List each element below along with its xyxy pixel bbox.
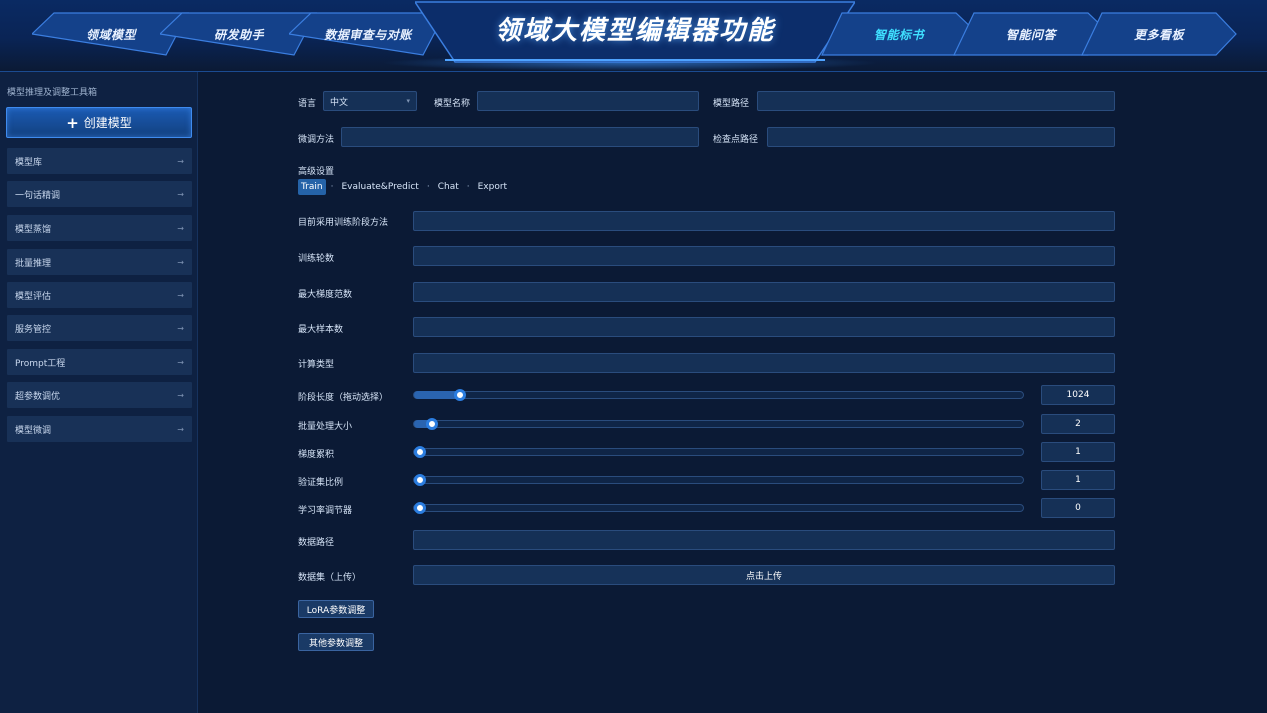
sidebar-item-one-sentence-tuning[interactable]: 一句话精调 → [7, 181, 192, 207]
batch-size-value[interactable]: 2 [1041, 414, 1115, 434]
slider-label-batch-size: 批量处理大小 [298, 422, 353, 432]
checkpoint-path-label: 检查点路径 [713, 135, 759, 145]
sidebar-item-label: 批量推理 [15, 258, 52, 269]
grad-accum-slider[interactable] [413, 446, 1024, 458]
top-header: 领域模型 研发助手 数据审查与对账 领域大模型编辑器功能 智能标书 智能问答 更… [0, 0, 1267, 72]
max-samples-input[interactable] [413, 317, 1115, 337]
slider-handle[interactable] [453, 389, 466, 401]
sidebar-item-label: Prompt工程 [15, 358, 66, 369]
max-grad-norm-label: 最大梯度范数 [298, 290, 353, 300]
slider-handle[interactable] [414, 502, 426, 514]
nav-tab-label: 领域模型 [85, 27, 136, 42]
max-samples-label: 最大样本数 [298, 325, 344, 335]
nav-tab-label: 研发助手 [213, 27, 264, 42]
chevron-right-icon: → [177, 257, 184, 267]
tab-export[interactable]: Export [475, 180, 510, 194]
sidebar-item-service-control[interactable]: 服务管控 → [7, 315, 192, 341]
tab-separator: · [426, 182, 430, 192]
lora-params-button[interactable]: LoRA参数调整 [298, 600, 374, 618]
data-path-label: 数据路径 [298, 538, 335, 548]
sidebar-item-hyperparameter-tuning[interactable]: 超参数调优 → [7, 382, 192, 408]
sidebar-item-finetuning[interactable]: 模型微调 → [7, 416, 192, 442]
sidebar-item-label: 模型微调 [15, 425, 52, 436]
tab-separator: · [330, 182, 334, 192]
max-grad-norm-input[interactable] [413, 282, 1115, 302]
chevron-right-icon: → [177, 357, 184, 367]
chevron-right-icon: → [177, 424, 184, 434]
compute-type-label: 计算类型 [298, 360, 335, 370]
slider-handle[interactable] [414, 474, 426, 486]
sidebar-item-label: 一句话精调 [15, 190, 61, 201]
tab-train[interactable]: Train [298, 179, 326, 195]
slider-label-grad-accum: 梯度累积 [298, 450, 335, 460]
val-ratio-slider[interactable] [413, 474, 1024, 486]
create-model-label: 创建模型 [83, 116, 132, 130]
model-name-input[interactable] [477, 91, 699, 111]
stage-length-value[interactable]: 1024 [1041, 385, 1115, 405]
other-params-button[interactable]: 其他参数调整 [298, 633, 374, 651]
language-select[interactable]: 中文 ▾ [323, 91, 417, 111]
model-path-label: 模型路径 [713, 99, 750, 109]
sidebar-item-prompt-engineering[interactable]: Prompt工程 → [7, 349, 192, 375]
nav-tab-label: 智能标书 [873, 27, 924, 42]
plus-icon: + [66, 113, 79, 132]
data-path-input[interactable] [413, 530, 1115, 550]
sidebar: 模型推理及调整工具箱 + 创建模型 模型库 → 一句话精调 → 模型蒸馏 → 批… [0, 72, 198, 713]
tab-chat[interactable]: Chat [435, 180, 462, 194]
checkpoint-path-input[interactable] [767, 127, 1115, 147]
chevron-right-icon: → [177, 323, 184, 333]
sidebar-item-label: 模型库 [15, 157, 43, 168]
sidebar-item-model-library[interactable]: 模型库 → [7, 148, 192, 174]
nav-tab-more-boards[interactable]: 更多看板 [1080, 12, 1238, 56]
model-name-label: 模型名称 [434, 99, 471, 109]
epochs-label: 训练轮数 [298, 254, 335, 264]
model-path-input[interactable] [757, 91, 1115, 111]
sidebar-item-distillation[interactable]: 模型蒸馏 → [7, 215, 192, 241]
nav-tab-label: 智能问答 [1005, 27, 1056, 42]
tab-separator: · [466, 182, 470, 192]
slider-handle[interactable] [426, 418, 439, 430]
chevron-down-icon: ▾ [406, 97, 410, 105]
sidebar-item-label: 服务管控 [15, 324, 52, 335]
page-title: 领域大模型编辑器功能 [494, 16, 775, 46]
stage-method-label: 目前采用训练阶段方法 [298, 218, 389, 228]
chevron-right-icon: → [177, 290, 184, 300]
lr-scheduler-value[interactable]: 0 [1041, 498, 1115, 518]
sidebar-item-label: 模型评估 [15, 291, 52, 302]
slider-label-lr-scheduler: 学习率调节器 [298, 506, 353, 516]
upload-button[interactable]: 点击上传 [413, 565, 1115, 585]
language-value: 中文 [330, 97, 349, 108]
title-banner: 领域大模型编辑器功能 [415, 0, 855, 64]
stage-length-slider[interactable] [413, 389, 1024, 401]
tab-evaluate-predict[interactable]: Evaluate&Predict [338, 180, 421, 194]
sidebar-title: 模型推理及调整工具箱 [7, 88, 98, 98]
advanced-settings-label: 高级设置 [298, 167, 335, 177]
nav-tab-label: 更多看板 [1133, 27, 1184, 42]
sidebar-item-label: 超参数调优 [15, 391, 61, 402]
slider-handle[interactable] [414, 446, 426, 458]
sidebar-item-evaluation[interactable]: 模型评估 → [7, 282, 192, 308]
compute-type-input[interactable] [413, 353, 1115, 373]
mode-tabs: Train · Evaluate&Predict · Chat · Export [298, 179, 510, 195]
language-label: 语言 [298, 99, 317, 109]
chevron-right-icon: → [177, 189, 184, 199]
slider-label-val-ratio: 验证集比例 [298, 478, 344, 488]
sidebar-item-label: 模型蒸馏 [15, 224, 52, 235]
chevron-right-icon: → [177, 223, 184, 233]
finetune-method-input[interactable] [341, 127, 699, 147]
stage-method-input[interactable] [413, 211, 1115, 231]
batch-size-slider[interactable] [413, 418, 1024, 430]
nav-tab-label: 数据审查与对账 [324, 27, 412, 42]
grad-accum-value[interactable]: 1 [1041, 442, 1115, 462]
chevron-right-icon: → [177, 156, 184, 166]
dataset-upload-label: 数据集（上传） [298, 573, 362, 583]
epochs-input[interactable] [413, 246, 1115, 266]
finetune-method-label: 微调方法 [298, 135, 335, 145]
sidebar-item-batch-inference[interactable]: 批量推理 → [7, 249, 192, 275]
val-ratio-value[interactable]: 1 [1041, 470, 1115, 490]
lr-scheduler-slider[interactable] [413, 502, 1024, 514]
slider-label-stage-length: 阶段长度（拖动选择） [298, 393, 389, 403]
create-model-button[interactable]: + 创建模型 [6, 107, 192, 138]
chevron-right-icon: → [177, 390, 184, 400]
